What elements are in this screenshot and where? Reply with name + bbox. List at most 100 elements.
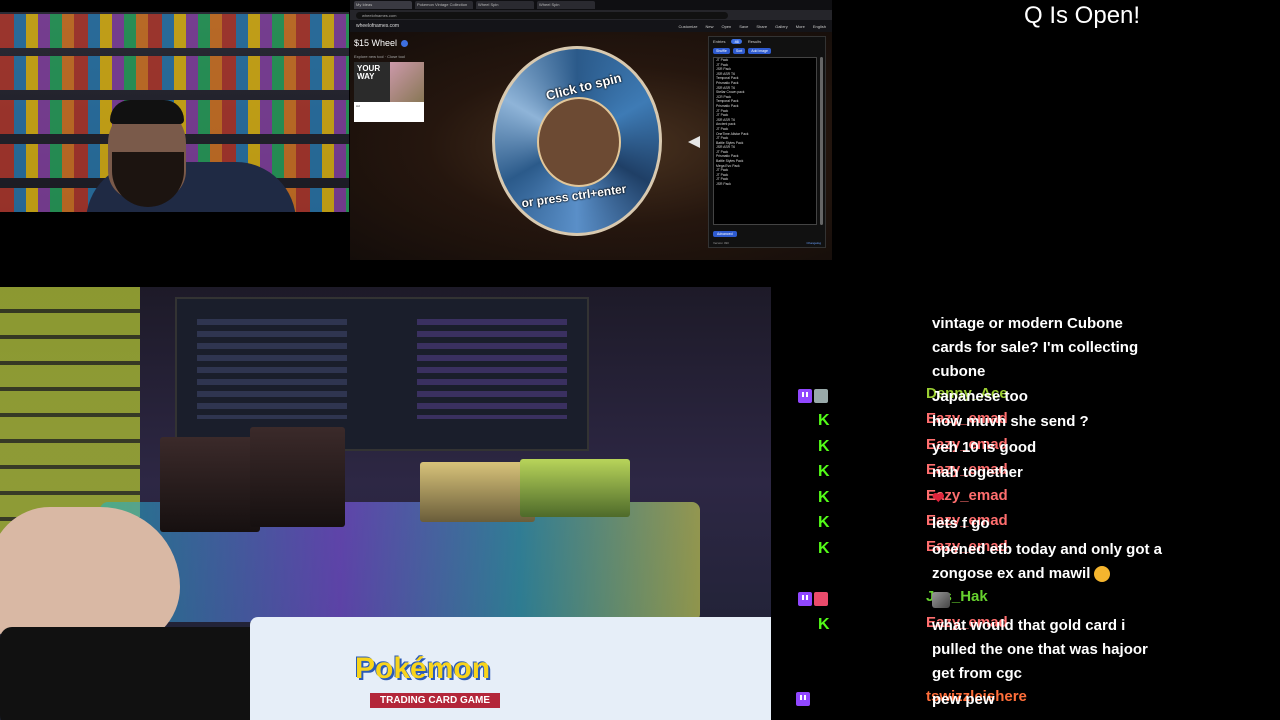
chat-line: nah together — [932, 464, 1023, 481]
chat-line — [932, 588, 1167, 612]
kick-badge-icon: K — [818, 412, 830, 429]
chat-line: what would that gold card i — [932, 617, 1126, 634]
browser-tab[interactable]: My Ideas — [354, 1, 412, 9]
chat-text: yeh 10 is good — [932, 436, 1167, 460]
entries-textarea[interactable]: JT Pack JT Pack JSR Pack JSR ASR T6 Temporal… — [713, 57, 817, 225]
entries-scrollbar[interactable] — [820, 57, 823, 225]
chat-text: nah together — [932, 461, 1167, 485]
sort-button[interactable]: Sort — [732, 48, 746, 54]
kick-badge-icon: K — [818, 438, 830, 455]
wheel-title-text: $15 Wheel — [354, 38, 398, 48]
wheel-center-image — [537, 97, 621, 187]
browser-tab[interactable]: Pokemon Vintage Collection — [415, 1, 473, 9]
booster-pack-stack — [250, 427, 345, 527]
chat-line: how muvh she send ? — [932, 413, 1089, 430]
tab-entries[interactable]: Entries — [713, 39, 725, 44]
advanced-button[interactable]: Advanced — [713, 231, 737, 237]
ad-headline: YOUR WAY — [354, 62, 390, 102]
chat-text: vintage or modern Cubone cards for sale? … — [932, 312, 1167, 384]
changelog-link[interactable]: Changelog — [806, 241, 821, 245]
wheel-page: $15 Wheel Explore new tool · Close tool … — [350, 32, 832, 260]
chat-text: ❤ — [932, 487, 1167, 511]
browser-tab[interactable]: Wheel Spin — [476, 1, 534, 9]
user-badge-icon — [814, 389, 828, 403]
chat-text: opened etb today and only got a zongose e… — [932, 538, 1167, 586]
menu-item-customize[interactable]: Customize — [679, 24, 698, 29]
chat-text: how muvh she send ? — [932, 410, 1167, 434]
chat-line: pew pew — [932, 691, 995, 708]
laughing-emoji-icon — [1094, 566, 1111, 583]
badge-group — [796, 692, 810, 708]
badge-group: K — [818, 540, 830, 558]
chat-panel: vintage or modern Cubone cards for sale? … — [780, 312, 1280, 720]
queue-status: Q Is Open! — [1024, 2, 1141, 29]
site-menu: Customize New Open Save Share Gallery Mo… — [679, 24, 826, 29]
chat-line: Japanese too — [932, 388, 1028, 405]
entries-tools: Shuffle Sort Add image — [709, 46, 825, 56]
chat-line: pulled the one that was hajoor — [932, 641, 1148, 658]
badge-group — [798, 389, 828, 405]
shelf-row — [0, 56, 349, 90]
booster-pack-stack — [160, 437, 260, 532]
ad-image — [390, 62, 424, 102]
menu-item-open[interactable]: Open — [721, 24, 731, 29]
shuffle-button[interactable]: Shuffle — [713, 48, 730, 54]
menu-item-share[interactable]: Share — [756, 24, 767, 29]
heart-icon: ❤ — [932, 490, 945, 507]
webcam-feed — [0, 12, 349, 212]
badge-group: K — [818, 412, 830, 430]
streamer-hair — [110, 100, 184, 124]
chat-line: cubone — [932, 363, 986, 380]
version-label: Version 490 — [713, 241, 729, 245]
menu-item-save[interactable]: Save — [739, 24, 748, 29]
emote-icon — [932, 592, 950, 609]
site-name[interactable]: wheelofnames.com — [356, 23, 399, 29]
tab-results[interactable]: Results — [748, 39, 761, 44]
phone — [0, 627, 270, 720]
chat-line: yeh 10 is good — [932, 439, 1037, 456]
chat-line: zongose ex and mawil — [932, 562, 1167, 586]
ad-text: Ad — [356, 104, 360, 108]
address-bar: wheelofnames.com — [350, 10, 832, 20]
chat-text: lets f go — [932, 512, 1167, 536]
badge-group: K — [818, 490, 830, 507]
badge-group: K — [818, 515, 830, 532]
menu-item-new[interactable]: New — [705, 24, 713, 29]
pokemon-logo: Pokémon — [355, 652, 491, 685]
menu-item-more[interactable]: More — [796, 24, 805, 29]
twitch-badge-icon — [798, 592, 812, 606]
ad-banner[interactable]: YOUR WAY Ad — [354, 62, 424, 122]
twitch-badge-icon — [796, 692, 810, 706]
browser-tabs: My Ideas Pokemon Vintage Collection Whee… — [350, 0, 832, 10]
twitch-badge-icon — [798, 389, 812, 403]
entries-tabs: Entries 46 Results — [709, 37, 825, 46]
chat-text: pew pew — [932, 688, 1167, 712]
menu-item-gallery[interactable]: Gallery — [775, 24, 788, 29]
chat-text: Japanese too — [932, 385, 1167, 409]
hand — [0, 507, 180, 647]
wheel-subtitle[interactable]: Explore new tool · Close tool — [354, 54, 405, 59]
chat-line: opened etb today and only got a — [932, 541, 1163, 558]
entries-panel: Entries 46 Results Shuffle Sort Add imag… — [708, 36, 826, 248]
chat-line: cards for sale? I'm collecting — [932, 339, 1139, 356]
kick-badge-icon: K — [818, 540, 830, 557]
browser-window: My Ideas Pokemon Vintage Collection Whee… — [349, 0, 832, 260]
spin-wheel[interactable]: Click to spin or press ctrl+enter — [492, 46, 662, 236]
menu-item-language[interactable]: English — [813, 24, 826, 29]
subscriber-badge-icon — [814, 592, 828, 606]
url-field[interactable]: wheelofnames.com — [356, 11, 728, 19]
shelf-row — [0, 14, 349, 48]
chat-line: vintage or modern Cubone — [932, 315, 1123, 332]
kick-badge-icon: K — [818, 616, 830, 633]
chat-line: lets f go — [932, 515, 990, 532]
table-camera-feed: Pokémon TRADING CARD GAME — [0, 287, 771, 720]
edit-icon[interactable] — [401, 40, 409, 48]
badge-group: K — [818, 464, 830, 481]
chat-text: what would that gold card i pulled the on… — [932, 614, 1167, 686]
chat-line: get from cgc — [932, 665, 1023, 682]
background-monitor — [175, 297, 589, 451]
chat-text — [932, 588, 1167, 612]
wheel-title: $15 Wheel — [354, 38, 409, 48]
add-image-button[interactable]: Add image — [748, 48, 771, 54]
browser-tab[interactable]: Wheel Spin — [537, 1, 595, 9]
